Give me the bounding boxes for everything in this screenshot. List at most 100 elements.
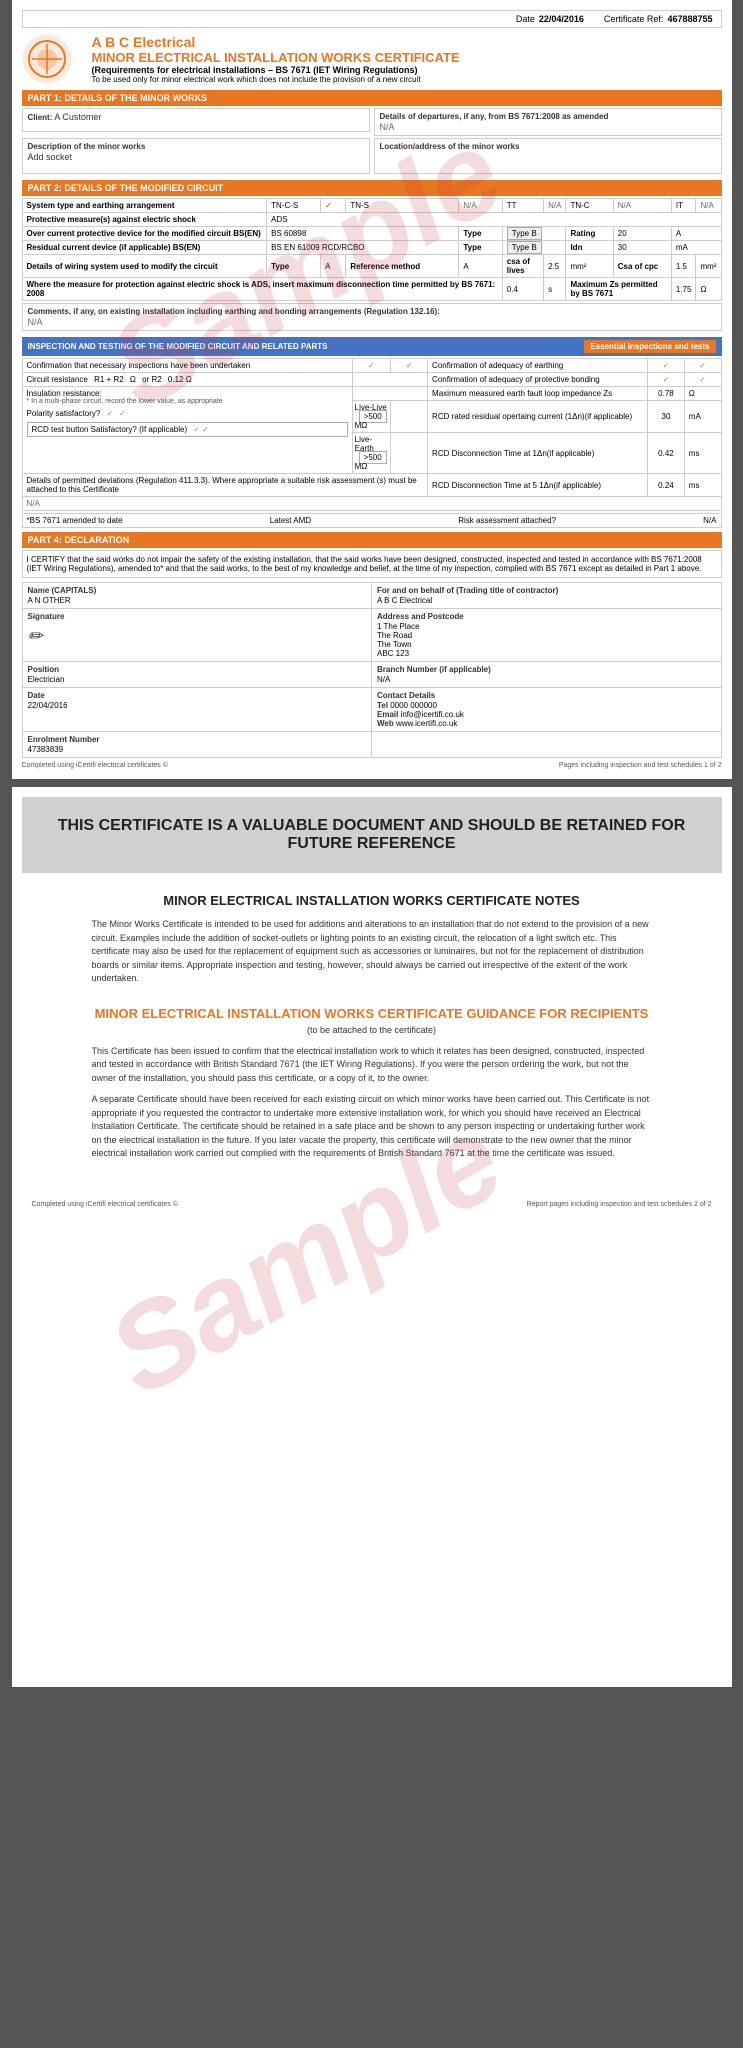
measure-s: s bbox=[544, 278, 566, 301]
signature-image: ✏ bbox=[28, 626, 43, 647]
live-earth-row: Live-Earth >500 MΩ bbox=[352, 433, 391, 474]
confirm-earth-label: Confirmation of adequacy of earthing bbox=[428, 359, 648, 373]
cert-ref-label: Certificate Ref: bbox=[604, 14, 664, 24]
system-it: IT bbox=[671, 199, 696, 213]
contact-web: Web www.icertifi.co.uk bbox=[377, 719, 716, 728]
notes-content: The Minor Works Certificate is intended … bbox=[92, 918, 652, 986]
rcd-ma: mA bbox=[671, 241, 721, 255]
part1-desc: Description of the minor works Add socke… bbox=[22, 138, 370, 174]
rcd-type-value: Type B bbox=[502, 241, 566, 255]
part3-header-row: INSPECTION AND TESTING OF THE MODIFIED C… bbox=[22, 337, 722, 356]
behalf-label: For and on behalf of (Trading title of c… bbox=[377, 586, 716, 595]
declaration-text-box: I CERTIFY that the said works do not imp… bbox=[22, 550, 722, 578]
name-label: Name (CAPITALS) bbox=[28, 586, 367, 595]
wiring-cpc-value: 1.5 bbox=[671, 255, 696, 278]
date-cell: Date 22/04/2016 bbox=[22, 688, 372, 732]
header-title-block: A B C Electrical MINOR ELECTRICAL INSTAL… bbox=[92, 34, 722, 84]
part1-location: Location/address of the minor works bbox=[374, 138, 722, 174]
company-name: A B C Electrical bbox=[92, 34, 722, 50]
footer2-left: Completed using iCertifi electrical cert… bbox=[32, 1201, 178, 1208]
decl-date-value: 22/04/2016 bbox=[28, 701, 367, 710]
measure-value: 0.4 bbox=[502, 278, 543, 301]
contact-cell: Contact Details Tel 0000 000000 Email in… bbox=[372, 688, 722, 732]
rcd-disc1-ms: ms bbox=[684, 433, 721, 474]
logo-area bbox=[22, 34, 82, 86]
branch-cell: Branch Number (if applicable) N/A bbox=[372, 662, 722, 688]
system-type-table: System type and earthing arrangement TN-… bbox=[22, 198, 722, 301]
footer1-left: Completed using iCertifi electrical cert… bbox=[22, 762, 168, 769]
cert-ref-value: 467888755 bbox=[667, 14, 712, 24]
cert-subtitle2: To be used only for minor electrical wor… bbox=[92, 75, 722, 84]
part1-bottom-row: Description of the minor works Add socke… bbox=[22, 138, 722, 174]
confirm-bond-tick1: ✓ bbox=[648, 373, 685, 387]
rcd-label: Residual current device (if applicable) … bbox=[22, 241, 267, 255]
declaration-table: Name (CAPITALS) A N OTHER For and on beh… bbox=[22, 582, 722, 758]
guidance-content: This Certificate has been issued to conf… bbox=[92, 1045, 652, 1161]
rcd-rated-value: 30 bbox=[648, 401, 685, 433]
contact-label: Contact Details bbox=[377, 691, 716, 700]
address-line1: 1 The Place bbox=[377, 622, 716, 631]
measure-max-value: 1.75 bbox=[671, 278, 696, 301]
cert-subtitle: (Requirements for electrical installatio… bbox=[92, 65, 722, 75]
confirm-insp-tick2: ✓ bbox=[391, 359, 428, 373]
client-value: A Customer bbox=[54, 112, 101, 122]
address-cell: Address and Postcode 1 The Place The Roa… bbox=[372, 609, 722, 662]
guidance-p2: A separate Certificate should have been … bbox=[92, 1093, 652, 1161]
overcurrent-type-label: Type bbox=[459, 227, 502, 241]
address-line2: The Road bbox=[377, 631, 716, 640]
position-cell: Position Electrician bbox=[22, 662, 372, 688]
signature-cell: Signature ✏ bbox=[22, 609, 372, 662]
wiring-type-value: A bbox=[321, 255, 346, 278]
confirm-earth-tick1: ✓ bbox=[648, 359, 685, 373]
overcurrent-type-value: Type B bbox=[502, 227, 566, 241]
footer1-right: Pages including inspection and test sche… bbox=[559, 762, 722, 769]
circuit-res-label: Circuit resistance R1 + R2 Ω or R2 0.12 … bbox=[22, 373, 352, 387]
rcd-idn-label: Idn bbox=[566, 241, 613, 255]
polarity-row: Polarity satisfactory? ✓ ✓ bbox=[27, 409, 348, 418]
behalf-value: A B C Electrical bbox=[377, 596, 716, 605]
insul-cell: Insulation resistance: * In a multi-phas… bbox=[22, 387, 352, 474]
departures-label: Details of departures, if any, from BS 7… bbox=[380, 112, 716, 121]
departures-field: Details of departures, if any, from BS 7… bbox=[374, 108, 722, 136]
system-tncs-check: ✓ bbox=[321, 199, 346, 213]
measure-max-label: Maximum Zs permitted by BS 7671 bbox=[566, 278, 671, 301]
wiring-ref-label: Reference method bbox=[346, 255, 459, 278]
system-tns: TN-S bbox=[346, 199, 459, 213]
position-value: Electrician bbox=[28, 675, 367, 684]
name-cell: Name (CAPITALS) A N OTHER bbox=[22, 583, 372, 609]
guidance-title: MINOR ELECTRICAL INSTALLATION WORKS CERT… bbox=[22, 1006, 722, 1021]
enrolment-label: Enrolment Number bbox=[28, 735, 367, 744]
page2-footer: Completed using iCertifi electrical cert… bbox=[22, 1201, 722, 1208]
enrolment-cell: Enrolment Number 47383839 bbox=[22, 732, 372, 758]
overcurrent-bs: BS 60898 bbox=[267, 227, 459, 241]
comments-value: N/A bbox=[28, 317, 716, 327]
wiring-mm2-2: mm² bbox=[696, 255, 721, 278]
bs-latest-label: Latest AMD bbox=[270, 516, 311, 525]
company-header: A B C Electrical MINOR ELECTRICAL INSTAL… bbox=[22, 34, 722, 86]
protective-value: ADS bbox=[267, 213, 721, 227]
rcd-disc1-value: 0.42 bbox=[648, 433, 685, 474]
overcurrent-rating-value: 20 bbox=[613, 227, 671, 241]
rcd-rated-ma: mA bbox=[684, 401, 721, 433]
rcd-rated-label: RCD rated residual opertaing current (1Δ… bbox=[428, 401, 648, 433]
notes-text: The Minor Works Certificate is intended … bbox=[92, 918, 652, 986]
wiring-label: Details of wiring system used to modify … bbox=[22, 255, 267, 278]
retained-title: THIS CERTIFICATE IS A VALUABLE DOCUMENT … bbox=[42, 817, 702, 853]
max-earth-ohm: Ω bbox=[684, 387, 721, 401]
signature-area: ✏ bbox=[28, 622, 367, 650]
signature-label: Signature bbox=[28, 612, 367, 621]
declaration-text: I CERTIFY that the said works do not imp… bbox=[27, 555, 702, 573]
location-label: Location/address of the minor works bbox=[380, 142, 716, 151]
confirm-earth-tick2: ✓ bbox=[684, 359, 721, 373]
location-field: Location/address of the minor works bbox=[374, 138, 722, 174]
rcd-bs: BS EN 61009 RCD/RCBO bbox=[267, 241, 459, 255]
wiring-type-label: Type bbox=[267, 255, 321, 278]
guidance-subtitle: (to be attached to the certificate) bbox=[22, 1025, 722, 1035]
branch-value: N/A bbox=[377, 675, 716, 684]
part1-left: Client: A Customer bbox=[22, 108, 370, 136]
system-na1: N/A bbox=[459, 199, 502, 213]
insul-label: Insulation resistance: bbox=[27, 389, 348, 398]
rcd-disc2-label: RCD Disconnection Time at 5 1Δn(if appli… bbox=[428, 474, 648, 497]
wiring-ref-value: A bbox=[459, 255, 502, 278]
contact-email: Email info@icertifi.co.uk bbox=[377, 710, 716, 719]
